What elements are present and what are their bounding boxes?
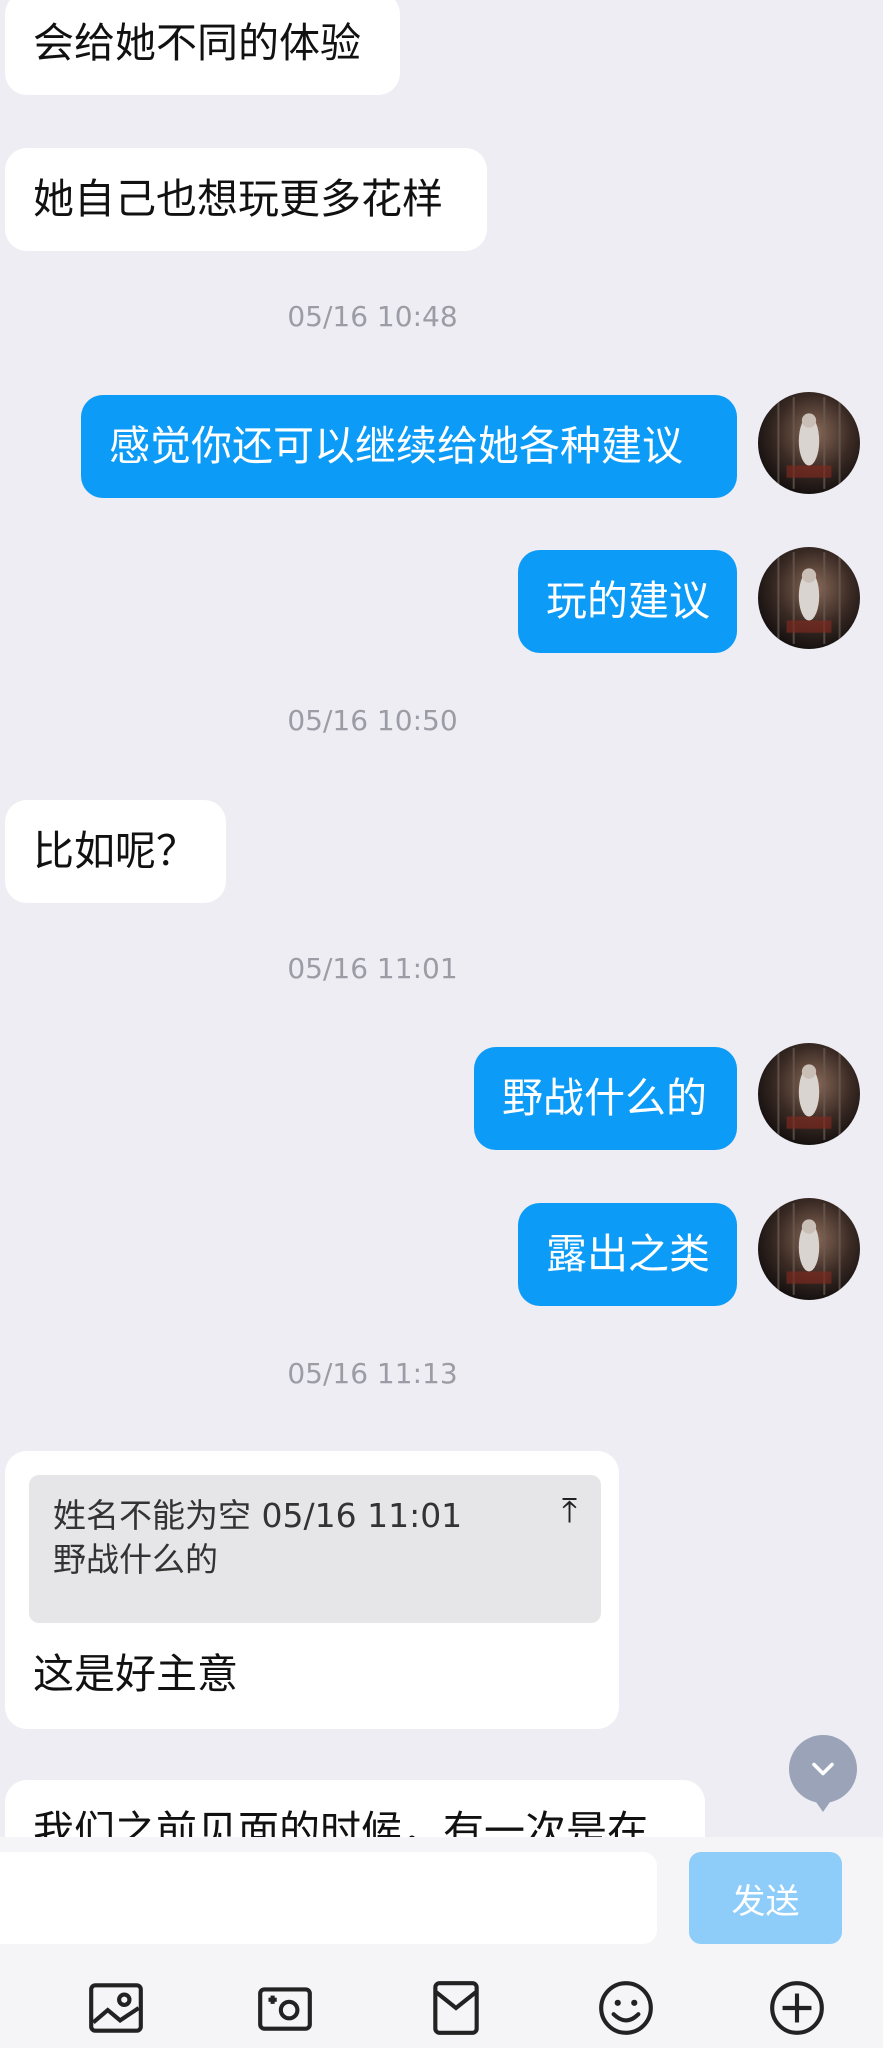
avatar-image (777, 1048, 841, 1140)
chevron-down-icon (812, 1762, 834, 1776)
envelope-button[interactable] (423, 1975, 489, 2041)
message-text: 她自己也想玩更多花样 (33, 174, 443, 223)
photo-button[interactable] (83, 1975, 149, 2041)
camera-button[interactable] (252, 1975, 318, 2041)
user-avatar[interactable] (758, 1043, 860, 1145)
message-text: 感觉你还可以继续给她各种建议 (109, 421, 683, 470)
quoted-text: 野战什么的 (53, 1540, 218, 1579)
message-incoming[interactable]: 比如呢？ (5, 800, 226, 903)
quoted-message[interactable]: 姓名不能为空 05/16 11:01 野战什么的 ⤒ (29, 1475, 601, 1623)
camera-icon (258, 1987, 312, 2031)
timestamp: 05/16 10:50 (287, 704, 458, 737)
plus-icon (770, 1981, 824, 2035)
more-button[interactable] (764, 1975, 830, 2041)
timestamp: 05/16 10:48 (287, 300, 458, 333)
message-text: 我们之前见面的时候，有一次是在 (33, 1807, 648, 1837)
avatar-image (777, 1203, 841, 1295)
timestamp: 05/16 11:01 (287, 952, 458, 985)
envelope-icon (433, 1981, 479, 2035)
emoji-icon (599, 1981, 653, 2035)
emoji-button[interactable] (593, 1975, 659, 2041)
message-incoming[interactable]: 我们之前见面的时候，有一次是在 (5, 1780, 705, 1837)
message-text: 野战什么的 (502, 1073, 707, 1122)
timestamp: 05/16 11:13 (287, 1357, 458, 1390)
avatar-image (777, 397, 841, 489)
photo-icon (89, 1983, 143, 2033)
send-button[interactable]: 发送 (689, 1852, 842, 1944)
message-text: 露出之类 (546, 1229, 710, 1278)
message-text: 会给她不同的体验 (33, 18, 361, 67)
avatar-image (777, 552, 841, 644)
jump-to-message-icon[interactable]: ⤒ (562, 1491, 577, 1531)
user-avatar[interactable] (758, 547, 860, 649)
chat-area[interactable]: 会给她不同的体验 她自己也想玩更多花样 05/16 10:48 感觉你还可以继续… (0, 0, 883, 1837)
message-outgoing[interactable]: 露出之类 (518, 1203, 737, 1306)
message-incoming-reply[interactable]: 姓名不能为空 05/16 11:01 野战什么的 ⤒ 这是好主意 (5, 1451, 619, 1729)
message-outgoing[interactable]: 野战什么的 (474, 1047, 737, 1150)
user-avatar[interactable] (758, 1198, 860, 1300)
message-text: 玩的建议 (546, 576, 710, 625)
message-text: 这是好主意 (33, 1650, 238, 1698)
quoted-meta: 姓名不能为空 05/16 11:01 (53, 1496, 463, 1535)
message-incoming[interactable]: 她自己也想玩更多花样 (5, 148, 487, 251)
message-outgoing[interactable]: 感觉你还可以继续给她各种建议 (81, 395, 737, 498)
message-text: 比如呢？ (33, 826, 197, 875)
message-outgoing[interactable]: 玩的建议 (518, 550, 737, 653)
message-input[interactable] (0, 1852, 657, 1944)
user-avatar[interactable] (758, 392, 860, 494)
scroll-to-bottom-button[interactable] (789, 1735, 857, 1812)
message-incoming[interactable]: 会给她不同的体验 (5, 0, 400, 95)
